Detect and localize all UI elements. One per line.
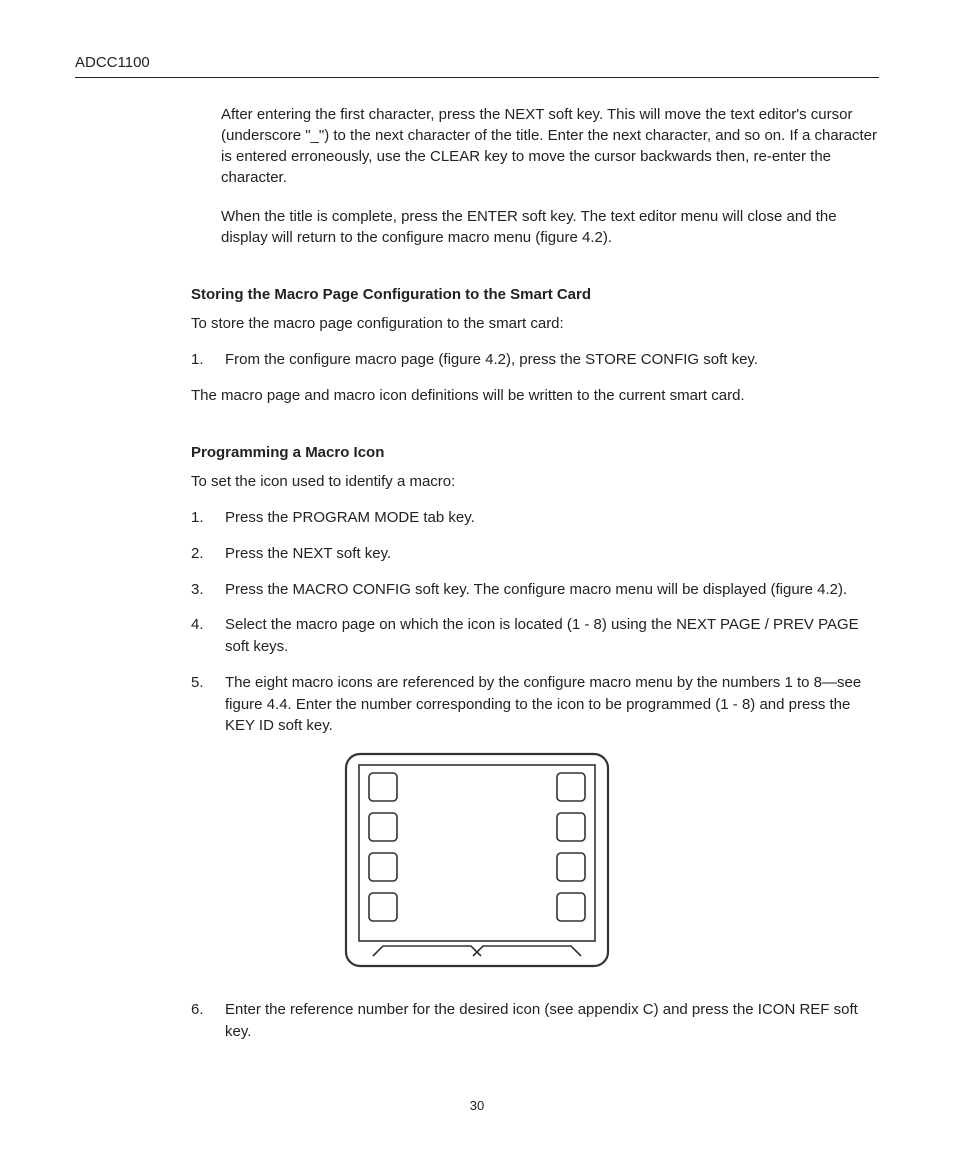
list-item: The eight macro icons are referenced by … (191, 672, 879, 737)
section1-lead: To store the macro page configuration to… (191, 313, 879, 335)
intro-para-2: When the title is complete, press the EN… (221, 206, 879, 248)
page-number: 30 (0, 1098, 954, 1113)
section-heading-programming: Programming a Macro Icon (191, 444, 879, 461)
macro-panel-icon (343, 751, 611, 969)
list-item: Press the MACRO CONFIG soft key. The con… (191, 579, 879, 601)
section-heading-storing: Storing the Macro Page Configuration to … (191, 286, 879, 303)
figure-macro-icon-layout (75, 751, 879, 969)
page-header: ADCC1100 (75, 54, 879, 78)
section1-tail: The macro page and macro icon definition… (191, 385, 879, 407)
section2-lead: To set the icon used to identify a macro… (191, 471, 879, 493)
intro-para-1: After entering the first character, pres… (221, 104, 879, 188)
section2-steps: Press the PROGRAM MODE tab key. Press th… (191, 507, 879, 737)
list-item: Press the NEXT soft key. (191, 543, 879, 565)
section2-steps-cont: Enter the reference number for the desir… (191, 999, 879, 1043)
list-item: Enter the reference number for the desir… (191, 999, 879, 1043)
document-title: ADCC1100 (75, 54, 150, 71)
list-item: Press the PROGRAM MODE tab key. (191, 507, 879, 529)
section1-steps: From the configure macro page (figure 4.… (191, 349, 879, 371)
list-item: From the configure macro page (figure 4.… (191, 349, 879, 371)
list-item: Select the macro page on which the icon … (191, 614, 879, 658)
